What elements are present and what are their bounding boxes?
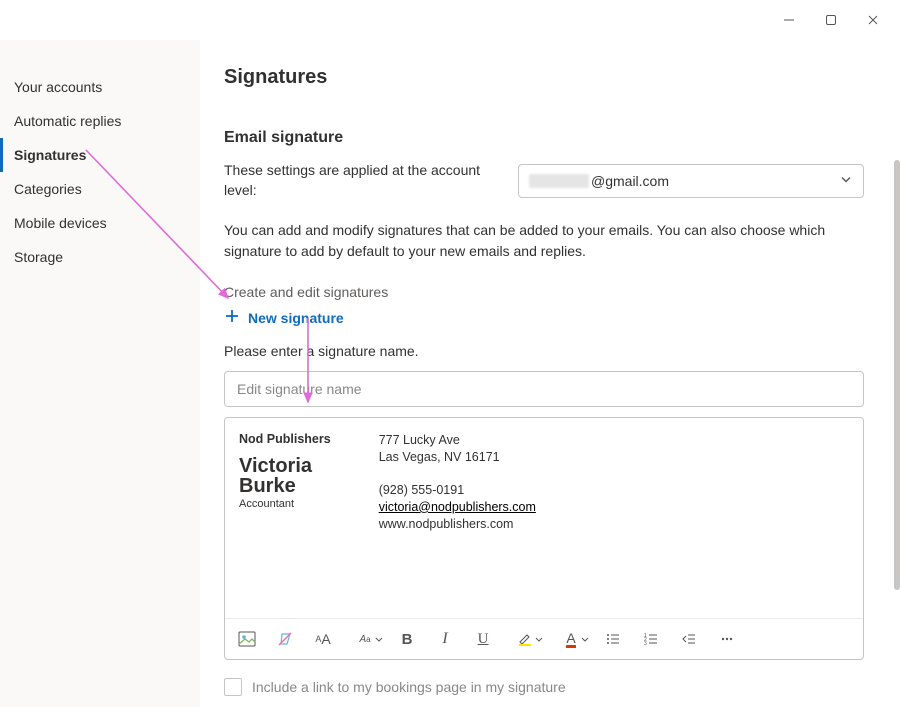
italic-icon[interactable]: I — [433, 629, 457, 649]
chevron-down-icon — [839, 172, 853, 189]
sidebar-item-categories[interactable]: Categories — [0, 172, 200, 206]
signature-role: Accountant — [239, 498, 331, 510]
close-button[interactable] — [866, 13, 880, 27]
signature-website: www.nodpublishers.com — [379, 516, 536, 533]
sidebar-item-mobile-devices[interactable]: Mobile devices — [0, 206, 200, 240]
minimize-button[interactable] — [782, 13, 796, 27]
new-signature-button[interactable]: New signature — [224, 308, 344, 327]
signature-phone: (928) 555-0191 — [379, 482, 536, 499]
sidebar-item-your-accounts[interactable]: Your accounts — [0, 70, 200, 104]
signature-name-input[interactable] — [224, 371, 864, 407]
svg-text:3: 3 — [644, 641, 647, 647]
create-edit-label: Create and edit signatures — [224, 284, 864, 300]
bold-icon[interactable]: B — [395, 629, 419, 649]
section-title: Email signature — [224, 129, 864, 147]
image-icon[interactable] — [235, 629, 259, 649]
signature-company: Nod Publishers — [239, 432, 331, 446]
account-level-label: These settings are applied at the accoun… — [224, 161, 494, 200]
font-color-icon[interactable]: A — [555, 629, 587, 649]
signature-email-link[interactable]: victoria@nodpublishers.com — [379, 500, 536, 514]
maximize-button[interactable] — [824, 13, 838, 27]
scrollbar[interactable] — [894, 160, 900, 590]
number-list-icon[interactable]: 123 — [639, 629, 663, 649]
bookings-link-checkbox[interactable] — [224, 678, 242, 696]
signature-person-last: Burke — [239, 476, 331, 496]
font-style-dropdown-icon[interactable]: Aa — [349, 629, 381, 649]
plus-icon — [224, 308, 240, 327]
font-size-icon[interactable]: AA — [311, 629, 335, 649]
signature-address-2: Las Vegas, NV 16171 — [379, 449, 536, 466]
outdent-icon[interactable] — [677, 629, 701, 649]
more-icon[interactable] — [715, 629, 739, 649]
account-select[interactable]: @gmail.com — [518, 164, 864, 198]
redacted-email-prefix — [529, 174, 589, 188]
window-chrome — [782, 0, 902, 40]
signature-address-1: 777 Lucky Ave — [379, 432, 536, 449]
bullet-list-icon[interactable] — [601, 629, 625, 649]
signature-person-first: Victoria — [239, 456, 331, 476]
signature-name-prompt: Please enter a signature name. — [224, 343, 864, 359]
underline-icon[interactable]: U — [471, 629, 495, 649]
description-text: You can add and modify signatures that c… — [224, 220, 864, 262]
signature-editor[interactable]: Nod Publishers Victoria Burke Accountant… — [224, 417, 864, 660]
clear-format-icon[interactable] — [273, 629, 297, 649]
new-signature-label: New signature — [248, 310, 344, 326]
editor-toolbar: AA Aa B I U A — [225, 618, 863, 659]
sidebar-item-storage[interactable]: Storage — [0, 240, 200, 274]
signature-editor-content[interactable]: Nod Publishers Victoria Burke Accountant… — [225, 418, 863, 618]
sidebar: Your accounts Automatic replies Signatur… — [0, 40, 200, 707]
bookings-link-label: Include a link to my bookings page in my… — [252, 679, 566, 695]
sidebar-item-signatures[interactable]: Signatures — [0, 138, 200, 172]
highlight-icon[interactable] — [509, 629, 541, 649]
sidebar-item-automatic-replies[interactable]: Automatic replies — [0, 104, 200, 138]
account-select-value: @gmail.com — [591, 173, 669, 189]
page-title: Signatures — [224, 66, 864, 89]
